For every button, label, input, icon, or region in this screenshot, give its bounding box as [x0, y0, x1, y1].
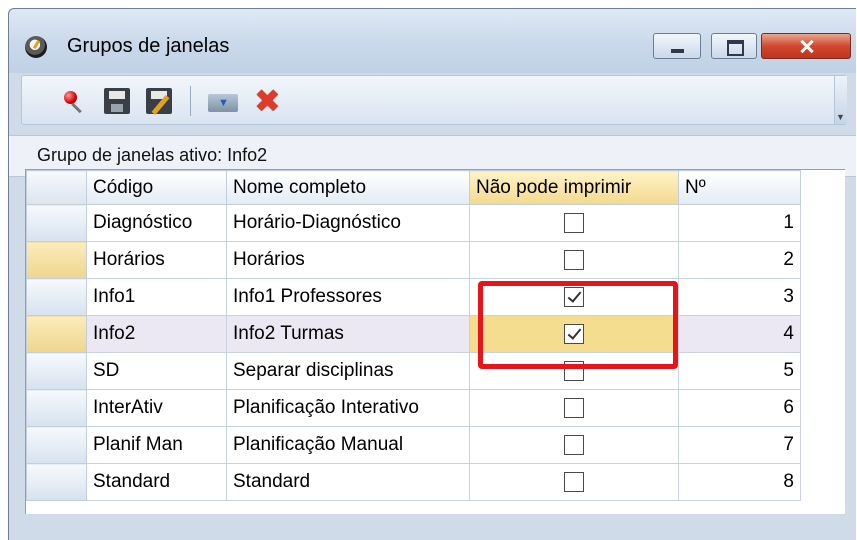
cell-codigo[interactable]: SD: [86, 352, 227, 390]
table-row-selected[interactable]: Info2 Info2 Turmas 4: [26, 315, 801, 353]
print-block-checkbox[interactable]: [564, 434, 584, 455]
save-edit-icon[interactable]: [146, 88, 172, 114]
toolbar: ✖ ▼: [21, 75, 847, 125]
column-header-nome-completo[interactable]: Nome completo: [226, 170, 470, 205]
cell-numero[interactable]: 4: [678, 315, 801, 353]
close-button[interactable]: [761, 33, 851, 59]
maximize-button[interactable]: [711, 33, 757, 59]
window-title: Grupos de janelas: [67, 35, 230, 57]
cell-numero[interactable]: 8: [678, 463, 801, 501]
cell-numero[interactable]: 7: [678, 426, 801, 464]
active-group-label: Grupo de janelas ativo: Info2: [37, 145, 268, 165]
table-row[interactable]: Info1 Info1 Professores 3: [26, 278, 801, 316]
table-row[interactable]: Standard Standard 8: [26, 463, 801, 501]
row-header-corner: [26, 170, 87, 205]
cell-nome[interactable]: Standard: [226, 463, 470, 501]
print-block-checkbox[interactable]: [564, 212, 584, 233]
cell-codigo[interactable]: InterAtiv: [86, 389, 227, 427]
column-header-nao-pode-imprimir[interactable]: Não pode imprimir: [469, 170, 679, 205]
cell-nao-pode-imprimir: [469, 204, 679, 242]
cell-nome[interactable]: Horário-Diagnóstico: [226, 204, 470, 242]
row-selector[interactable]: [26, 204, 87, 242]
cell-nome[interactable]: Planificação Interativo: [226, 389, 470, 427]
print-block-checkbox[interactable]: [564, 249, 584, 270]
cell-nome[interactable]: Info1 Professores: [226, 278, 470, 316]
cell-codigo[interactable]: Info2: [86, 315, 227, 353]
folder-down-icon[interactable]: [208, 88, 238, 114]
clock-icon: [25, 36, 47, 58]
table-row[interactable]: InterAtiv Planificação Interativo 6: [26, 389, 801, 427]
delete-icon[interactable]: ✖: [254, 85, 284, 117]
title-bar: Grupos de janelas: [9, 9, 856, 73]
cell-codigo[interactable]: Standard: [86, 463, 227, 501]
highlight-box: [478, 281, 678, 369]
cell-codigo[interactable]: Diagnóstico: [86, 204, 227, 242]
row-selector[interactable]: [26, 389, 87, 427]
table-row[interactable]: Horários Horários 2: [26, 241, 801, 279]
table-row[interactable]: Planif Man Planificação Manual 7: [26, 426, 801, 464]
table-empty-area: [809, 170, 845, 514]
chevron-down-icon: ▼: [836, 112, 845, 122]
cell-nome[interactable]: Separar disciplinas: [226, 352, 470, 390]
save-icon[interactable]: [104, 88, 130, 114]
toolbar-separator: [190, 86, 191, 116]
column-header-codigo[interactable]: Código: [86, 170, 227, 205]
row-selector[interactable]: [26, 426, 87, 464]
cell-numero[interactable]: 6: [678, 389, 801, 427]
row-selector[interactable]: [26, 241, 87, 279]
window-bottom-area: [25, 514, 845, 532]
cell-codigo[interactable]: Planif Man: [86, 426, 227, 464]
cell-nome[interactable]: Planificação Manual: [226, 426, 470, 464]
row-selector[interactable]: [26, 315, 87, 353]
pin-icon[interactable]: [60, 88, 86, 114]
row-selector[interactable]: [26, 352, 87, 390]
print-block-checkbox[interactable]: [564, 471, 584, 492]
cell-nao-pode-imprimir: [469, 241, 679, 279]
cell-codigo[interactable]: Info1: [86, 278, 227, 316]
minimize-button[interactable]: [653, 33, 701, 59]
column-header-numero[interactable]: Nº: [678, 170, 801, 205]
cell-nao-pode-imprimir: [469, 463, 679, 501]
cell-numero[interactable]: 3: [678, 278, 801, 316]
cell-numero[interactable]: 1: [678, 204, 801, 242]
cell-nao-pode-imprimir: [469, 389, 679, 427]
row-selector[interactable]: [26, 278, 87, 316]
groups-table: Código Nome completo Não pode imprimir N…: [25, 169, 845, 515]
cell-nao-pode-imprimir: [469, 426, 679, 464]
cell-nome[interactable]: Horários: [226, 241, 470, 279]
cell-numero[interactable]: 2: [678, 241, 801, 279]
cell-nome[interactable]: Info2 Turmas: [226, 315, 470, 353]
cell-numero[interactable]: 5: [678, 352, 801, 390]
cell-codigo[interactable]: Horários: [86, 241, 227, 279]
table-row[interactable]: SD Separar disciplinas 5: [26, 352, 801, 390]
row-selector[interactable]: [26, 463, 87, 501]
toolbar-overflow-button[interactable]: ▼: [834, 76, 847, 124]
print-block-checkbox[interactable]: [564, 397, 584, 418]
table-row[interactable]: Diagnóstico Horário-Diagnóstico 1: [26, 204, 801, 242]
